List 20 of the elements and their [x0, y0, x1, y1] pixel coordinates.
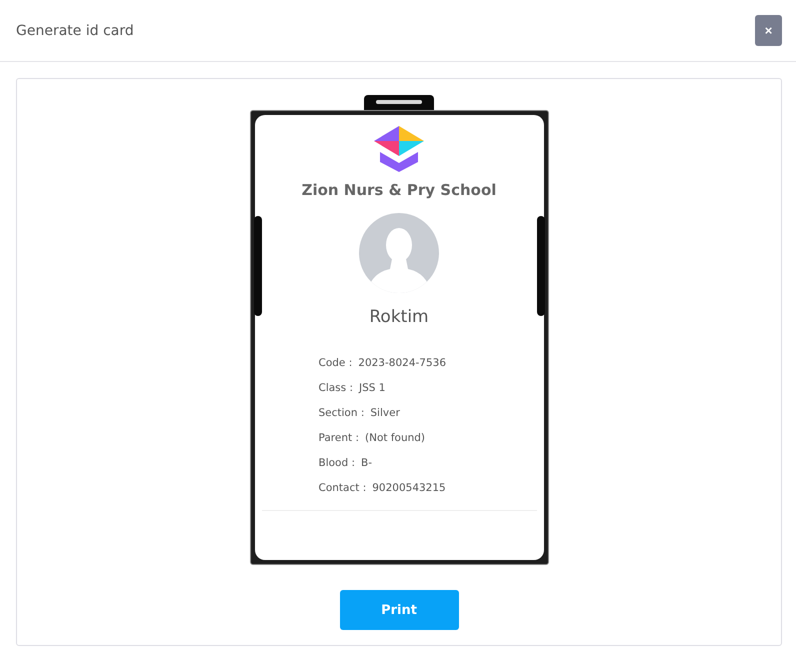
- dialog-title: Generate id card: [16, 22, 134, 38]
- field-value: JSS 1: [359, 381, 386, 396]
- field-value: 2023-8024-7536: [358, 356, 446, 371]
- field-value: 90200543215: [372, 481, 446, 496]
- graduation-cap-icon: [374, 126, 424, 172]
- lanyard-clip-icon: [364, 95, 434, 110]
- field-label: Section :: [318, 406, 364, 421]
- field-label: Contact :: [318, 481, 366, 496]
- field-label: Blood :: [318, 456, 356, 471]
- student-name: Roktim: [369, 307, 429, 327]
- field-label: Class :: [318, 381, 353, 396]
- avatar-icon: [359, 213, 439, 293]
- field-value: (Not found): [365, 431, 426, 446]
- field-value: B-: [361, 456, 372, 471]
- school-name: Zion Nurs & Pry School: [302, 181, 496, 199]
- field-label: Code :: [318, 356, 352, 371]
- print-button[interactable]: Print: [340, 590, 458, 630]
- close-button[interactable]: ×: [755, 15, 782, 46]
- field-label: Parent :: [318, 431, 359, 446]
- field-value: Silver: [370, 406, 400, 421]
